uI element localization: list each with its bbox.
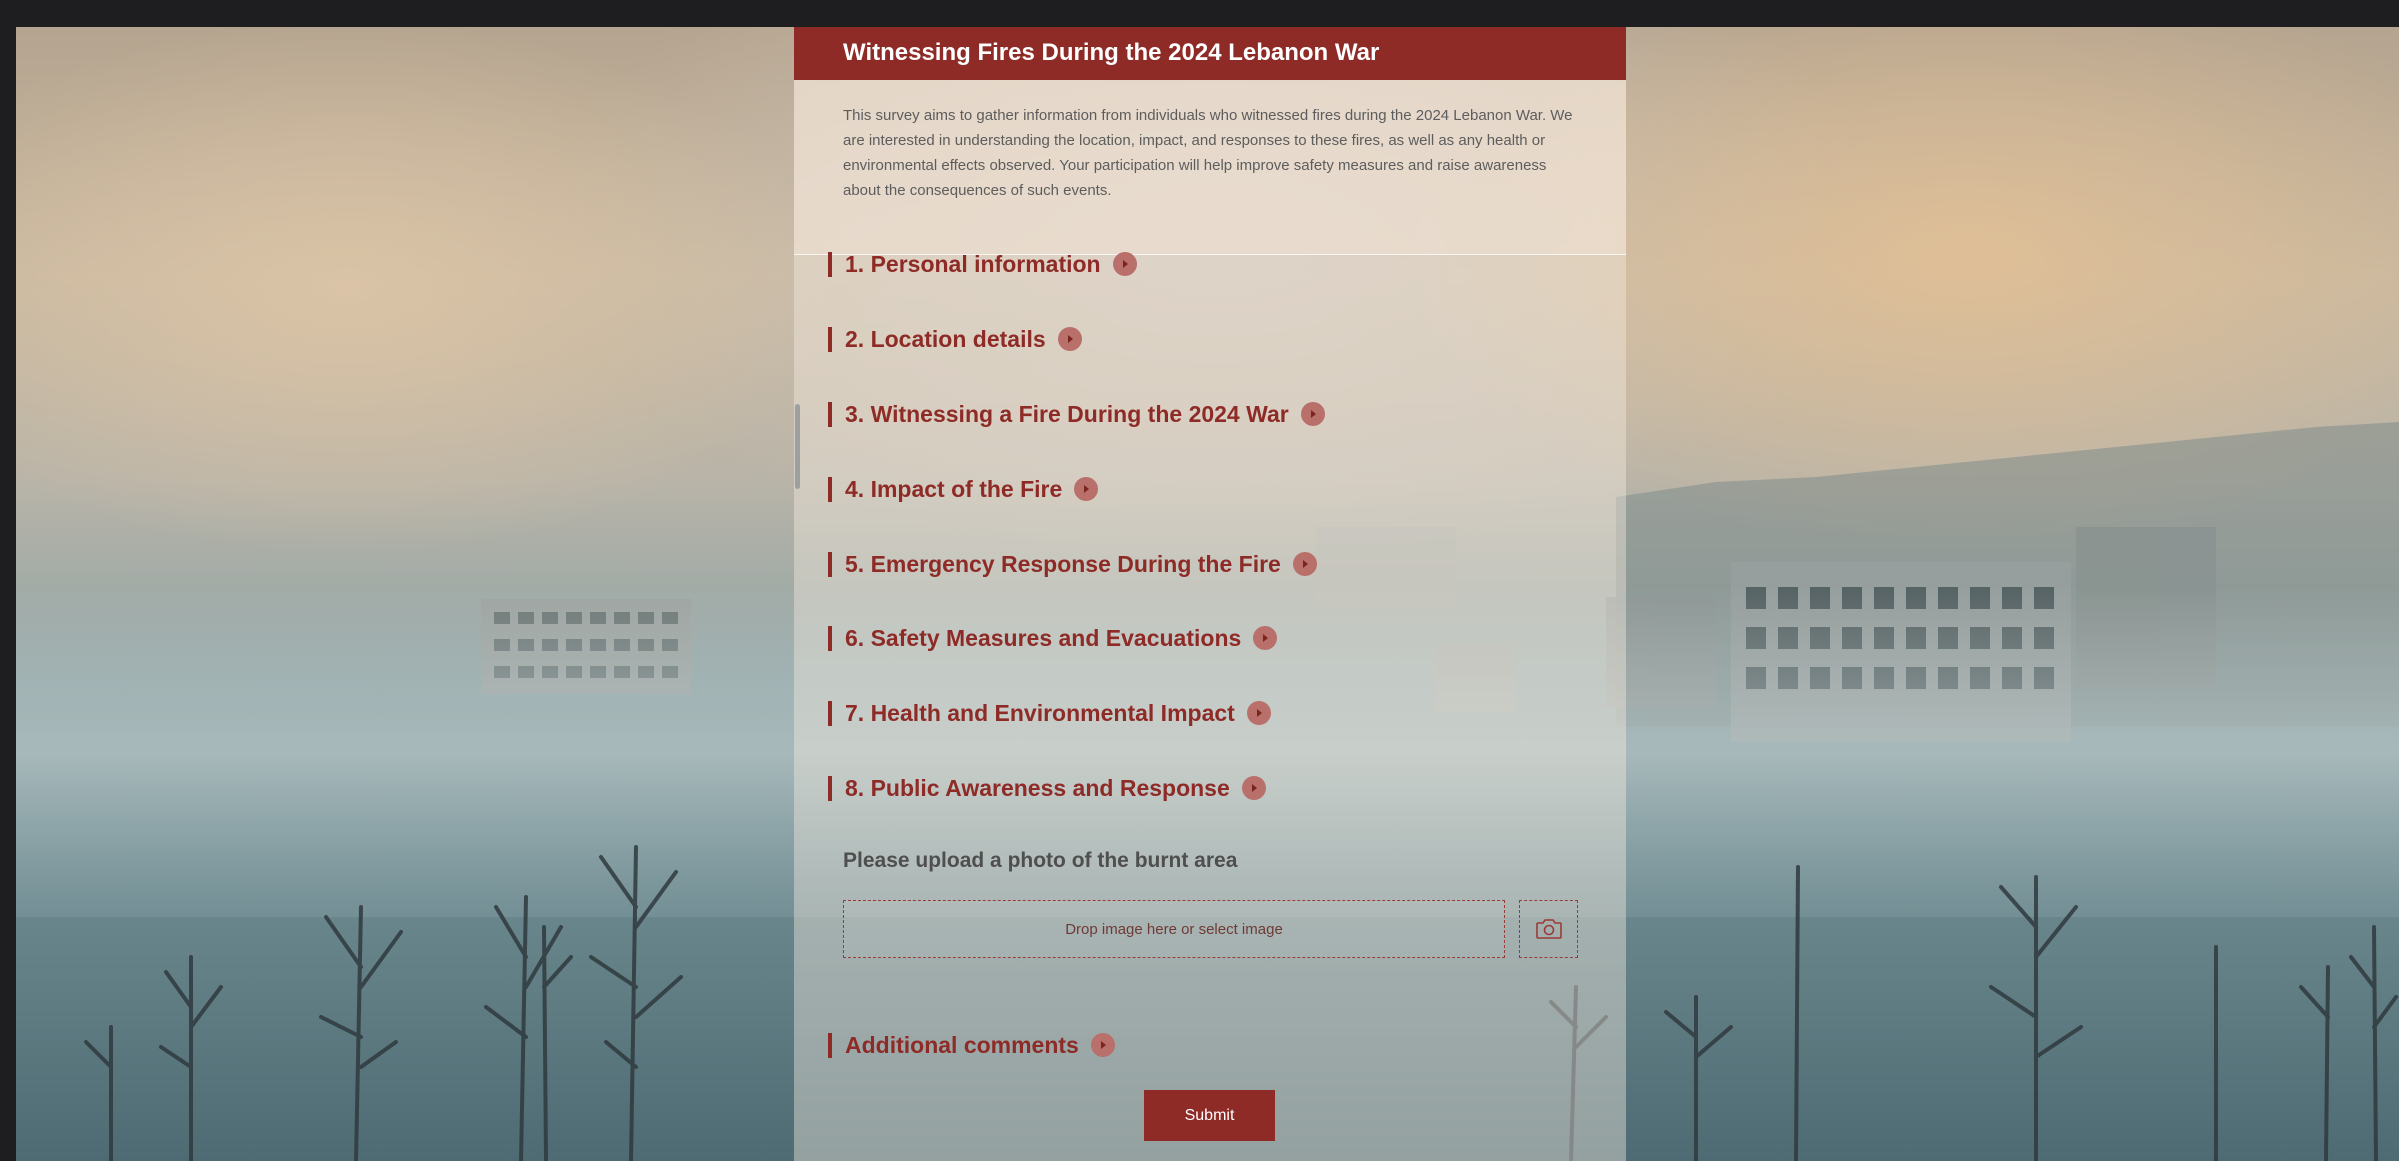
section-label: 3. Witnessing a Fire During the 2024 War (845, 400, 1289, 427)
form-title: Witnessing Fires During the 2024 Lebanon… (843, 39, 1380, 66)
section-additional-comments[interactable]: Additional comments (828, 1025, 1115, 1065)
section-impact-of-the-fire[interactable]: 4. Impact of the Fire (828, 469, 1099, 509)
section-marker (828, 700, 832, 726)
section-label: 1. Personal information (845, 250, 1101, 277)
section-public-awareness[interactable]: 8. Public Awareness and Response (828, 768, 1266, 808)
image-drop-zone[interactable]: Drop image here or select image (843, 900, 1505, 958)
chevron-right-icon[interactable] (1300, 402, 1325, 426)
section-marker (828, 1032, 832, 1058)
section-marker (828, 326, 832, 352)
section-marker (828, 625, 832, 651)
section-personal-information[interactable]: 1. Personal information (828, 244, 1137, 284)
chevron-right-icon[interactable] (1112, 252, 1137, 276)
upload-photo-label: Please upload a photo of the burnt area (843, 849, 1238, 872)
chevron-right-icon[interactable] (1057, 327, 1082, 351)
section-marker (828, 401, 832, 427)
form-description: This survey aims to gather information f… (843, 107, 1573, 199)
chevron-right-icon[interactable] (1253, 626, 1278, 650)
section-label: 4. Impact of the Fire (845, 475, 1063, 502)
form-description-box: This survey aims to gather information f… (794, 80, 1626, 255)
survey-form-panel: Witnessing Fires During the 2024 Lebanon… (794, 27, 1626, 1161)
scrollbar-thumb[interactable] (795, 404, 800, 489)
section-label: 5. Emergency Response During the Fire (845, 550, 1281, 577)
chevron-right-icon[interactable] (1246, 701, 1271, 725)
section-witnessing-a-fire[interactable]: 3. Witnessing a Fire During the 2024 War (828, 394, 1325, 434)
form-header: Witnessing Fires During the 2024 Lebanon… (794, 27, 1626, 80)
section-safety-measures[interactable]: 6. Safety Measures and Evacuations (828, 618, 1278, 658)
drop-zone-text: Drop image here or select image (1065, 920, 1283, 938)
section-emergency-response[interactable]: 5. Emergency Response During the Fire (828, 544, 1317, 584)
section-health-environmental-impact[interactable]: 7. Health and Environmental Impact (828, 693, 1271, 733)
section-marker (828, 775, 832, 801)
submit-button[interactable]: Submit (1144, 1090, 1275, 1141)
section-label: 2. Location details (845, 325, 1046, 352)
section-label: Additional comments (845, 1031, 1079, 1058)
section-label: 7. Health and Environmental Impact (845, 699, 1235, 726)
camera-button[interactable] (1519, 900, 1578, 958)
chevron-right-icon[interactable] (1090, 1033, 1115, 1057)
section-label: 8. Public Awareness and Response (845, 774, 1230, 801)
section-location-details[interactable]: 2. Location details (828, 319, 1082, 359)
chevron-right-icon[interactable] (1292, 552, 1317, 576)
section-marker (828, 551, 832, 577)
section-marker (828, 251, 832, 277)
camera-icon (1535, 919, 1562, 939)
section-marker (828, 476, 832, 502)
chevron-right-icon[interactable] (1241, 776, 1266, 800)
chevron-right-icon[interactable] (1074, 477, 1099, 501)
section-label: 6. Safety Measures and Evacuations (845, 624, 1242, 651)
